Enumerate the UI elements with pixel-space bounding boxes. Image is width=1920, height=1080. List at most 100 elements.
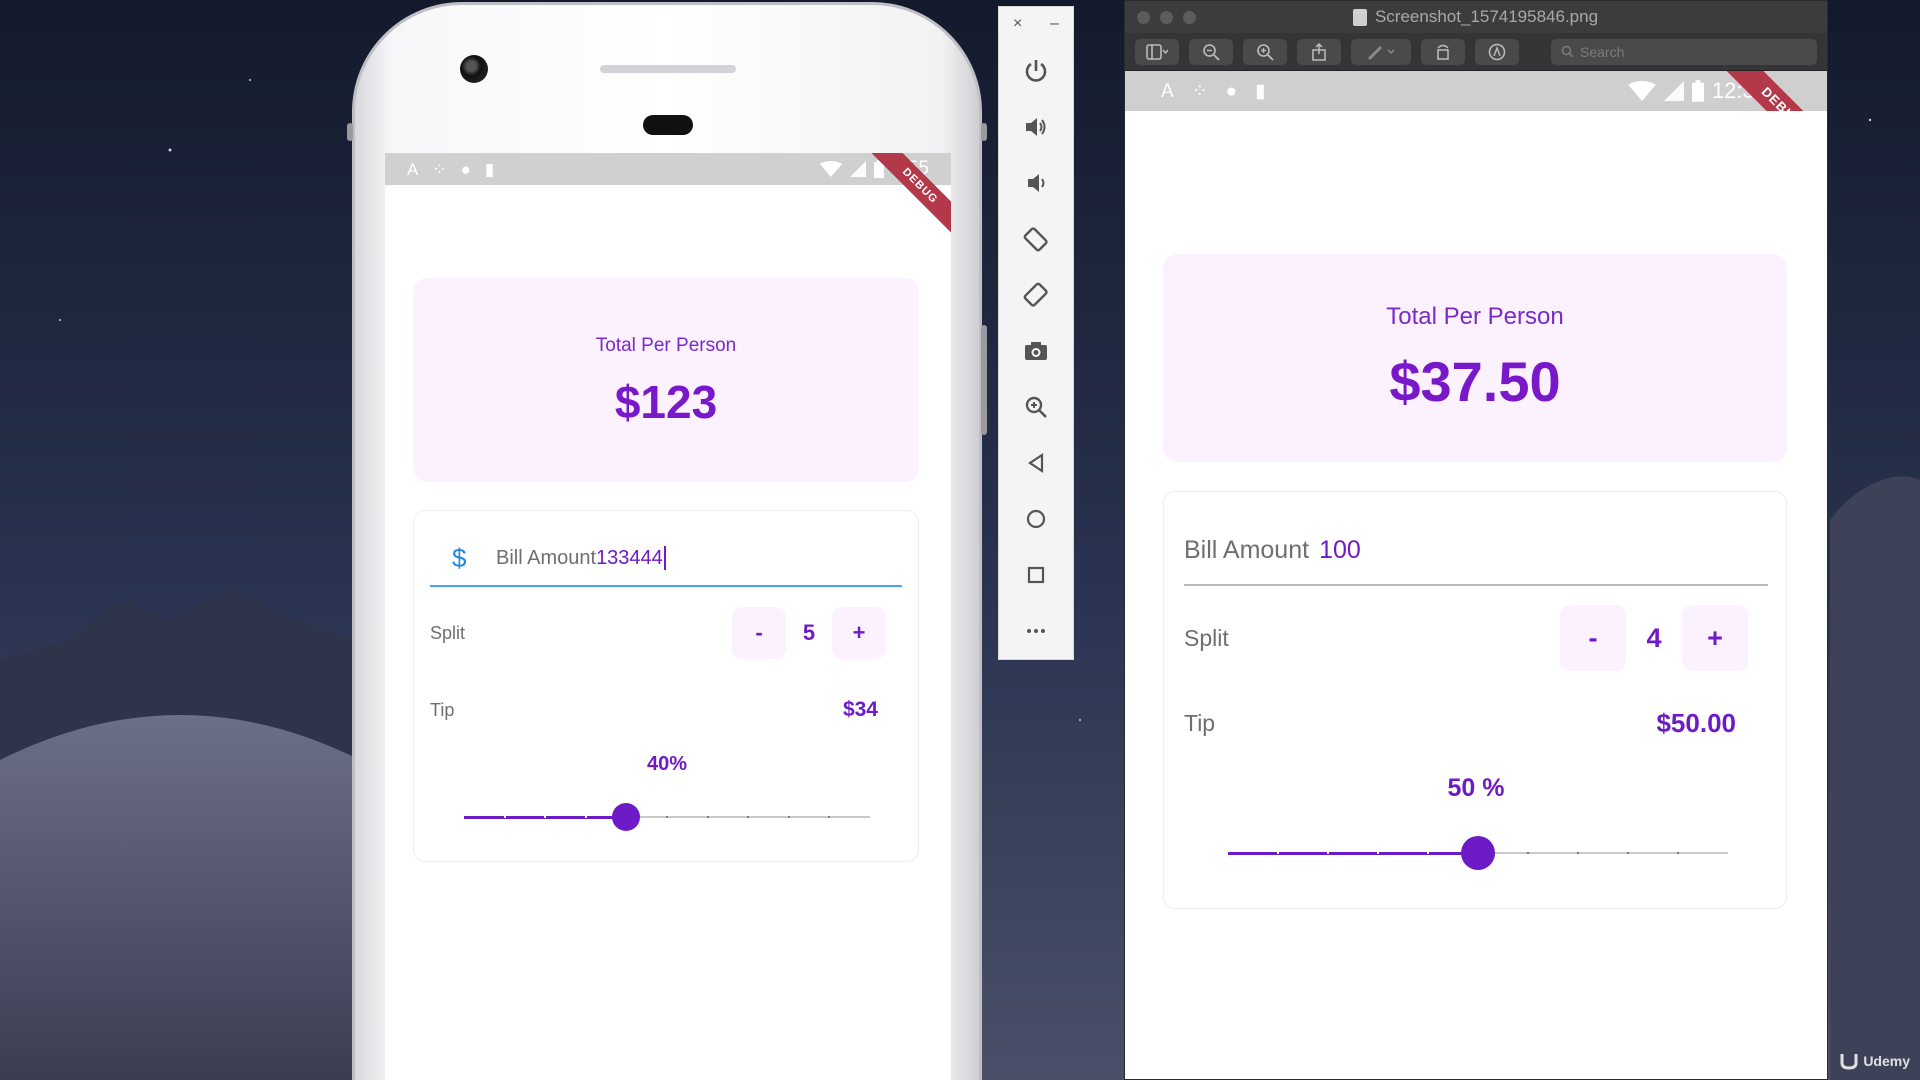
zoom-window-button[interactable] [1183, 10, 1196, 24]
document-icon [1352, 8, 1367, 26]
close-icon[interactable]: × [1013, 15, 1022, 33]
split-decrement-button[interactable]: - [1560, 605, 1626, 671]
zoom-in-icon[interactable] [1243, 38, 1287, 65]
slider-tick [1427, 852, 1429, 854]
search-field[interactable]: Search [1551, 38, 1817, 65]
search-placeholder: Search [1580, 43, 1625, 60]
bill-form-card: $ Bill Amount 133444 Split - 5 + Tip $34… [413, 510, 919, 862]
home-icon[interactable] [1014, 491, 1058, 547]
slider-tick [1627, 852, 1629, 854]
rotate-left-icon[interactable] [1014, 211, 1058, 267]
slider-tick [666, 816, 668, 818]
tip-percent-label: 40% [646, 753, 688, 775]
share-icon[interactable] [1297, 38, 1341, 65]
slider-active-track [1228, 851, 1478, 855]
tip-slider[interactable] [1228, 835, 1728, 871]
slider-tick [503, 816, 506, 818]
phone-screen: A ⁘ ● ▮ 1:55 DEBUG Total Per Person $123… [385, 153, 951, 1080]
bill-form-card: Bill Amount 100 Split - 4 + Tip $50.00 5… [1163, 491, 1787, 909]
split-label: Split [1184, 624, 1229, 651]
markup-pen-icon[interactable] [1351, 38, 1411, 65]
split-value: 5 [802, 620, 816, 645]
tip-amount: $50.00 [1656, 707, 1736, 738]
rotate-icon[interactable] [1421, 38, 1465, 65]
window-controls [1137, 10, 1196, 24]
slider-tick [706, 816, 709, 818]
udemy-watermark-text: Udemy [1863, 1053, 1910, 1069]
proximity-sensor [643, 115, 693, 135]
slider-tick [747, 816, 750, 818]
slider-tick [1577, 852, 1579, 854]
volume-down-icon[interactable] [1014, 155, 1058, 211]
slider-thumb[interactable] [612, 803, 641, 831]
close-window-button[interactable] [1137, 10, 1150, 24]
udemy-logo-icon [1840, 1054, 1858, 1070]
power-icon[interactable] [1014, 43, 1058, 99]
camera-icon[interactable] [1014, 323, 1058, 379]
slider-tick [584, 816, 587, 818]
wifi-icon [820, 161, 843, 177]
split-row: Split - 5 + [430, 607, 902, 659]
overview-icon[interactable] [1014, 547, 1058, 603]
emulator-toolbar: × – [998, 6, 1074, 660]
total-per-person-amount: $37.50 [1389, 349, 1561, 413]
android-emulator: A ⁘ ● ▮ 1:55 DEBUG Total Per Person $123… [347, 2, 987, 1080]
tip-row: Tip $34 [430, 695, 902, 725]
sidebar-toggle-icon[interactable] [1135, 38, 1179, 65]
total-per-person-card: Total Per Person $123 [413, 278, 919, 482]
total-per-person-title: Total Per Person [595, 335, 737, 356]
bill-amount-label: Bill Amount [496, 546, 597, 569]
split-row: Split - 4 + [1184, 605, 1768, 671]
bill-amount-value[interactable]: 100 [1319, 536, 1361, 565]
slider-thumb[interactable] [1461, 836, 1495, 870]
tip-label: Tip [1184, 709, 1216, 736]
status-bar: A ⁘ ● ▮ 1:55 DEBUG [385, 153, 951, 247]
bill-amount-field[interactable]: Bill Amount 100 [1184, 516, 1768, 586]
notification-dots-icon: ⁘ [1191, 80, 1208, 102]
split-increment-button[interactable]: + [832, 607, 886, 659]
rotate-right-icon[interactable] [1014, 267, 1058, 323]
search-icon [1561, 45, 1574, 58]
phone-side-button[interactable] [981, 123, 987, 141]
tip-percent-label: 50 % [1447, 774, 1505, 802]
text-cursor [663, 546, 666, 570]
total-per-person-amount: $123 [614, 376, 718, 428]
split-label: Split [430, 622, 466, 643]
slider-tick [787, 816, 790, 818]
sd-card-icon: ▮ [484, 159, 495, 179]
notification-dots-icon: ⁘ [432, 159, 447, 179]
minimize-icon[interactable]: – [1050, 15, 1059, 33]
tip-slider[interactable] [464, 802, 870, 832]
zoom-icon[interactable] [1014, 379, 1058, 435]
notification-a-icon: A [407, 159, 419, 179]
tip-label: Tip [430, 699, 455, 720]
preview-image: A ⁘ ● ▮ 12:37 DEBUG Total Per Person $37… [1125, 71, 1827, 1041]
slider-tick [1527, 852, 1529, 854]
preview-titlebar: Screenshot_1574195846.png [1125, 1, 1827, 33]
phone-side-button[interactable] [347, 123, 353, 141]
total-per-person-card: Total Per Person $37.50 [1163, 254, 1787, 462]
signal-icon [1663, 81, 1684, 101]
battery-icon [1691, 80, 1704, 102]
more-icon[interactable] [1014, 603, 1058, 659]
tip-amount: $34 [842, 698, 878, 721]
window-title: Screenshot_1574195846.png [1374, 7, 1599, 26]
phone-volume-button[interactable] [981, 325, 987, 435]
slider-tick [1377, 852, 1379, 854]
volume-up-icon[interactable] [1014, 99, 1058, 155]
split-decrement-button[interactable]: - [732, 607, 786, 659]
back-icon[interactable] [1014, 435, 1058, 491]
udemy-watermark: Udemy [1839, 1052, 1910, 1070]
slider-tick [544, 816, 547, 818]
minimize-window-button[interactable] [1160, 10, 1173, 24]
total-per-person-title: Total Per Person [1386, 302, 1564, 330]
slider-tick [1327, 852, 1329, 854]
zoom-out-icon[interactable] [1189, 38, 1233, 65]
markup-toolbar-icon[interactable] [1475, 38, 1519, 65]
bill-amount-field[interactable]: $ Bill Amount 133444 [430, 531, 902, 587]
front-camera [460, 55, 488, 83]
preview-toolbar: Search [1125, 33, 1827, 71]
slider-tick [828, 816, 831, 818]
split-increment-button[interactable]: + [1682, 605, 1748, 671]
bill-amount-value[interactable]: 133444 [596, 547, 663, 570]
